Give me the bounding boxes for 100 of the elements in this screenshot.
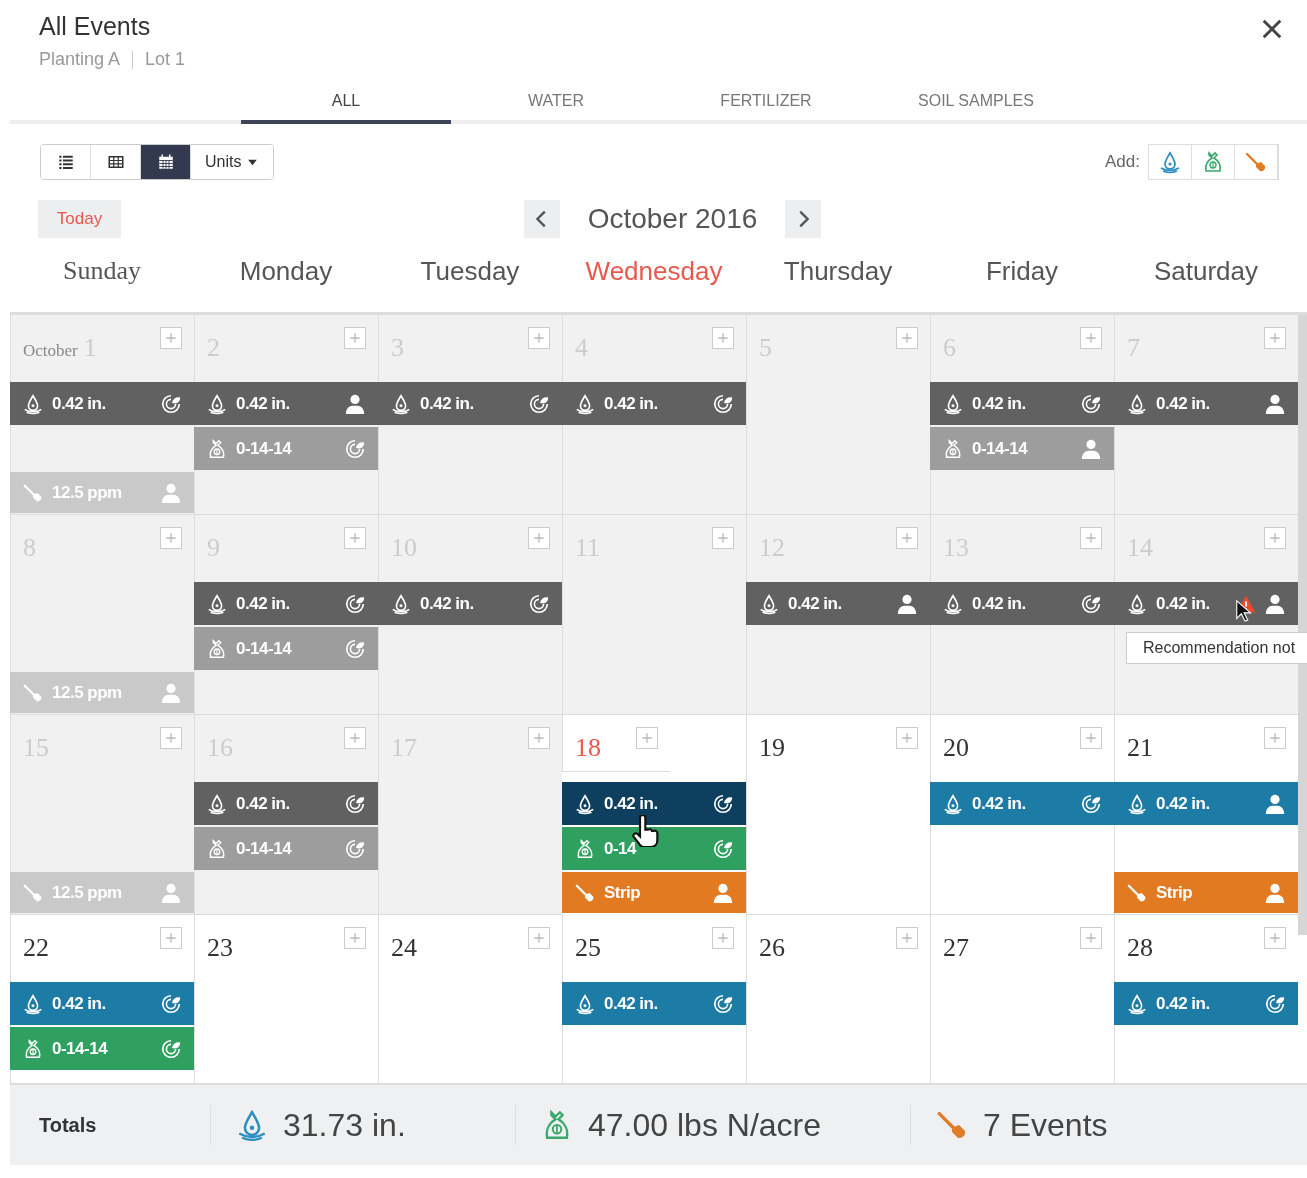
- add-event-button[interactable]: [1264, 327, 1286, 349]
- event-label: 0.42 in.: [1156, 793, 1211, 814]
- fertilizer-event[interactable]: 0-14-14: [930, 427, 1114, 470]
- weekday-label: Sunday: [62, 255, 142, 286]
- event-label: 0.42 in.: [236, 393, 291, 414]
- previous-month-button[interactable]: [523, 200, 560, 238]
- event-label: 0-14-14: [52, 1038, 109, 1059]
- add-event-button[interactable]: [344, 327, 366, 349]
- water-event[interactable]: 0.42 in.: [194, 782, 378, 825]
- water-event[interactable]: 0.42 in.: [378, 582, 562, 625]
- view-button[interactable]: [141, 145, 191, 179]
- event-label: 0.42 in.: [788, 593, 843, 614]
- water-event[interactable]: 0.42 in.: [562, 782, 746, 825]
- event-label: 0.42 in.: [972, 393, 1027, 414]
- fertilizer-event[interactable]: 0-14-14: [10, 1027, 194, 1070]
- water-event[interactable]: 0.42 in.: [194, 382, 378, 425]
- water-event[interactable]: 0.42 in.: [1114, 382, 1298, 425]
- page-title: All Events: [39, 12, 152, 41]
- water-event[interactable]: 0.42 in.: [378, 382, 562, 425]
- add-event-button[interactable]: [528, 527, 550, 549]
- add-event-button[interactable]: [712, 927, 734, 949]
- soil-event[interactable]: Strip: [562, 872, 746, 913]
- soil-event[interactable]: Strip: [1114, 872, 1298, 913]
- fertilizer-event[interactable]: 0-14-14: [194, 827, 378, 870]
- water-event[interactable]: 0.42 in.: [930, 782, 1114, 825]
- add-event-button[interactable]: [1080, 527, 1102, 549]
- water-event[interactable]: 0.42 in.: [930, 382, 1114, 425]
- event-label: 0-14-14: [236, 638, 293, 659]
- plus-icon: [899, 730, 915, 746]
- close-button[interactable]: [1261, 18, 1283, 40]
- add-event-button[interactable]: [160, 327, 182, 349]
- next-month-button[interactable]: [785, 200, 822, 238]
- add-event-button[interactable]: [896, 927, 918, 949]
- plus-icon: [899, 930, 915, 946]
- day-number: 27: [943, 933, 969, 963]
- plus-icon: [347, 930, 363, 946]
- weekday-label: Saturday: [1152, 255, 1260, 287]
- add-event-button[interactable]: [712, 327, 734, 349]
- water-event[interactable]: 0.42 in.: [746, 582, 930, 625]
- event-label: 0.42 in.: [604, 793, 659, 814]
- plus-icon: [899, 530, 915, 546]
- water-event[interactable]: 0.42 in.: [1114, 782, 1298, 825]
- add-event-button[interactable]: [528, 927, 550, 949]
- add-event-button[interactable]: [1264, 927, 1286, 949]
- event-label: 0-14-14: [236, 438, 293, 459]
- day-number: 21: [1127, 733, 1153, 763]
- water-event[interactable]: 0.42 in.: [562, 382, 746, 425]
- water-event[interactable]: 0.42 in.: [1114, 982, 1298, 1025]
- add-event-button[interactable]: [160, 927, 182, 949]
- fertilizer-event[interactable]: 0-14-14: [194, 627, 378, 670]
- plus-icon: [163, 730, 179, 746]
- add-event-button[interactable]: [1264, 527, 1286, 549]
- water-drop-icon: [390, 392, 412, 415]
- water-event[interactable]: 0.42 in.: [930, 582, 1114, 625]
- add-event-button[interactable]: [896, 527, 918, 549]
- add-event-button[interactable]: [528, 327, 550, 349]
- water-event[interactable]: 0.42 in.: [10, 382, 194, 425]
- calendar-icon: [156, 153, 175, 171]
- add-event-button[interactable]: [1080, 927, 1102, 949]
- today-button[interactable]: Today: [38, 200, 121, 238]
- add-event-button[interactable]: [160, 527, 182, 549]
- plus-icon: [715, 330, 731, 346]
- day-number: 18: [575, 733, 601, 763]
- water-drop-icon: [1158, 150, 1182, 174]
- add-event-button[interactable]: [344, 527, 366, 549]
- tab[interactable]: WATER: [451, 82, 661, 124]
- weekday-label: Thursday: [782, 255, 894, 287]
- table-icon: [106, 153, 125, 171]
- add-event-button[interactable]: [712, 527, 734, 549]
- water-event[interactable]: 0.42 in.: [194, 582, 378, 625]
- water-event[interactable]: 0.42 in.: [10, 982, 194, 1025]
- tab[interactable]: SOIL SAMPLES: [871, 82, 1081, 124]
- month-label: October: [23, 341, 78, 361]
- water-drop-icon: [1126, 392, 1148, 415]
- add-event-button[interactable]: [344, 727, 366, 749]
- water-drop-icon: [390, 592, 412, 615]
- event-label: Strip: [604, 882, 642, 903]
- day-number: 25: [575, 933, 601, 963]
- tab[interactable]: FERTILIZER: [661, 82, 871, 124]
- add-event-button[interactable]: [896, 327, 918, 349]
- add-event-button[interactable]: [344, 927, 366, 949]
- weekday-label: Monday: [238, 255, 334, 287]
- add-event-button[interactable]: [1080, 727, 1102, 749]
- add-event-button[interactable]: [528, 727, 550, 749]
- add-event-button[interactable]: [1080, 327, 1102, 349]
- view-button[interactable]: [41, 145, 91, 179]
- water-drop-icon: [1126, 592, 1148, 615]
- water-drop-icon: [1126, 992, 1148, 1015]
- plus-icon: [347, 530, 363, 546]
- add-event-button[interactable]: [160, 727, 182, 749]
- tab[interactable]: ALL: [241, 82, 451, 124]
- add-event-button[interactable]: [636, 727, 658, 749]
- fertilizer-event[interactable]: 0-14-14: [194, 427, 378, 470]
- add-event-button[interactable]: [1264, 727, 1286, 749]
- day-number: 23: [207, 933, 233, 963]
- plus-icon: [715, 530, 731, 546]
- water-event[interactable]: 0.42 in.: [562, 982, 746, 1025]
- event-label: 0.42 in.: [236, 593, 291, 614]
- day-number: 20: [943, 733, 969, 763]
- add-event-button[interactable]: [896, 727, 918, 749]
